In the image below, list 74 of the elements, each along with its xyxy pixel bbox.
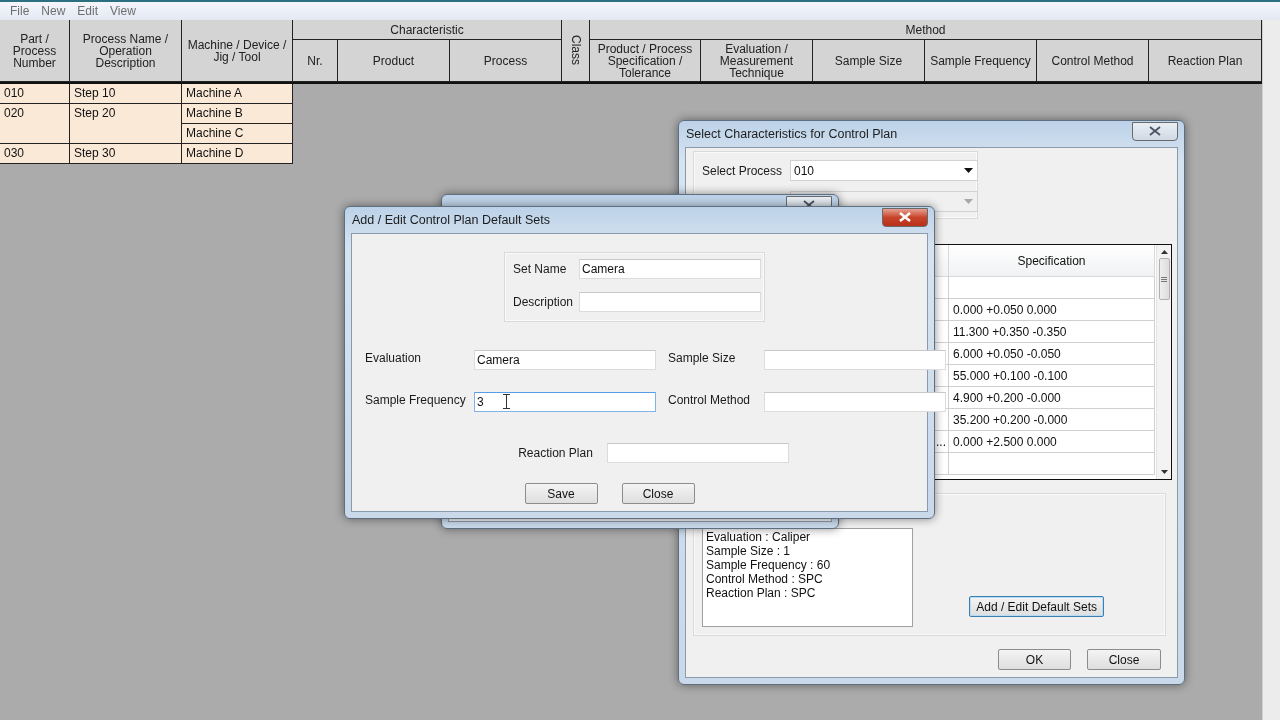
column-header: Sample Size <box>813 40 925 82</box>
process-dropdown[interactable]: 010 <box>790 160 978 181</box>
table-cell: 020 <box>0 104 70 144</box>
text-cursor-icon <box>503 394 510 409</box>
column-header: Process Name / Operation Description <box>70 20 182 82</box>
table-cell: Machine C <box>182 124 293 144</box>
save-button[interactable]: Save <box>524 483 598 504</box>
menu-item[interactable]: New <box>35 4 72 18</box>
menu-item[interactable]: View <box>104 4 142 18</box>
column-header: Product <box>338 40 450 82</box>
column-group-header: Characteristic <box>293 20 562 40</box>
table-cell: 030 <box>0 144 70 164</box>
table-cell: 4.900 +0.200 -0.000 <box>949 387 1155 409</box>
input-field[interactable] <box>764 350 946 370</box>
table-cell: Machine A <box>182 84 293 104</box>
close-button[interactable] <box>1132 121 1178 141</box>
add-edit-default-sets-button[interactable]: Add / Edit Default Sets <box>969 596 1104 617</box>
close-icon <box>1149 126 1161 136</box>
table-cell: 0.000 +0.050 0.000 <box>949 299 1155 321</box>
scroll-down-icon[interactable] <box>1160 470 1168 474</box>
table-cell: 0.000 +2.500 0.000 <box>949 431 1155 453</box>
column-header: Reaction Plan <box>1149 40 1262 82</box>
table-cell: Step 30 <box>70 144 182 164</box>
dropdown-arrow-icon <box>964 199 973 204</box>
column-header: Control Method <box>1037 40 1149 82</box>
field-label: Evaluation <box>365 350 423 365</box>
column-header: Nr. <box>293 40 338 82</box>
table-cell: Step 10 <box>70 84 182 104</box>
scrollbar-thumb[interactable] <box>1158 258 1170 300</box>
column-header: Part / Process Number <box>0 20 70 82</box>
input-field[interactable] <box>764 392 946 412</box>
column-header: Evaluation / Measurement Technique <box>701 40 813 82</box>
description-field[interactable] <box>579 292 761 312</box>
reaction-plan-field[interactable] <box>606 443 789 463</box>
table-cell: 010 <box>0 84 70 104</box>
table-cell: 11.300 +0.350 -0.350 <box>949 321 1155 343</box>
field-label: Select Process <box>702 163 784 178</box>
scroll-up-icon[interactable] <box>1160 250 1168 254</box>
close-button[interactable]: Close <box>621 483 695 504</box>
column-header: Product / Process Specification / Tolerance <box>590 40 701 82</box>
input-field[interactable]: 3 <box>474 392 656 412</box>
table-cell: Machine B <box>182 104 293 124</box>
column-header: Class <box>562 20 590 82</box>
field-label: Description <box>513 295 575 309</box>
summary-line: Evaluation : Caliper <box>706 530 812 544</box>
summary-line: Sample Size : 1 <box>706 544 792 558</box>
set-name-field[interactable]: Camera <box>579 259 761 279</box>
column-header: Process <box>450 40 562 82</box>
column-group-header: Method <box>590 20 1262 40</box>
field-label: Sample Size <box>668 350 737 365</box>
table-cell: Step 20 <box>70 104 182 144</box>
field-label: Control Method <box>668 392 752 407</box>
input-field[interactable]: Camera <box>474 350 656 370</box>
table-cell: Machine D <box>182 144 293 164</box>
column-header: Sample Frequency <box>925 40 1037 82</box>
ok-button[interactable]: OK <box>998 649 1071 670</box>
close-icon <box>899 212 911 222</box>
summary-line: Control Method : SPC <box>706 572 824 586</box>
window-title: Add / Edit Control Plan Default Sets <box>351 213 551 227</box>
field-label: Reaction Plan <box>518 446 593 460</box>
dropdown-arrow-icon <box>964 168 973 173</box>
column-header: Machine / Device / Jig / Tool <box>182 20 293 82</box>
menu-item[interactable]: File <box>4 4 36 18</box>
close-button[interactable]: Close <box>1087 649 1161 670</box>
column-header: Specification <box>949 245 1155 277</box>
table-cell: 6.000 +0.050 -0.050 <box>949 343 1155 365</box>
summary-line: Sample Frequency : 60 <box>706 558 832 572</box>
table-cell: 55.000 +0.100 -0.100 <box>949 365 1155 387</box>
field-label: Set Name <box>513 262 568 276</box>
table-cell: 35.200 +0.200 -0.000 <box>949 409 1155 431</box>
summary-line: Reaction Plan : SPC <box>706 586 817 600</box>
close-button[interactable] <box>882 207 928 227</box>
window-title: Select Characteristics for Control Plan <box>685 127 898 141</box>
menu-item[interactable]: Edit <box>71 4 105 18</box>
